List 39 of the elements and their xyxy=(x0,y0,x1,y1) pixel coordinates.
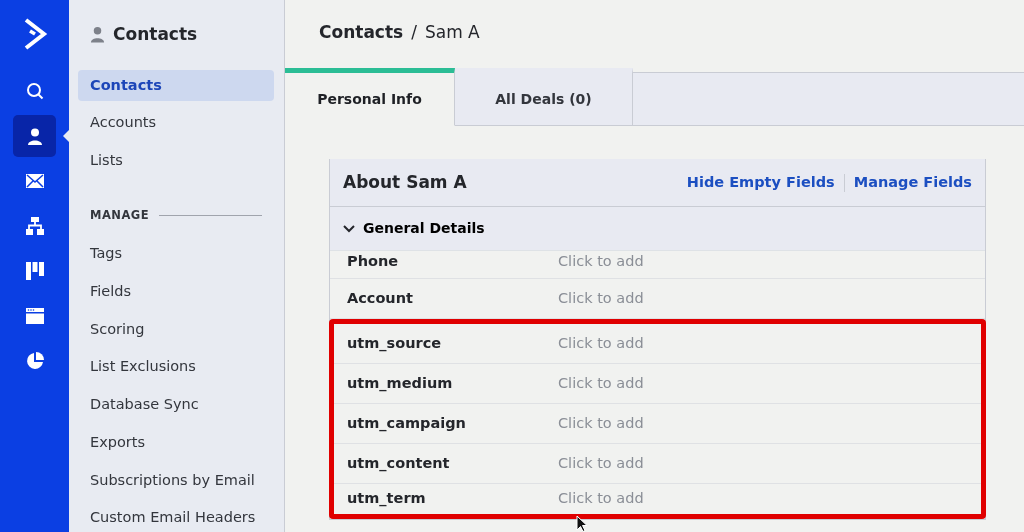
field-label: utm_term xyxy=(347,489,427,509)
section-toggle[interactable]: General Details xyxy=(330,207,985,251)
section-heading: MANAGE xyxy=(90,206,150,224)
sidebar-item[interactable]: Database Sync xyxy=(78,389,274,421)
field-label: utm_source xyxy=(347,333,443,354)
pie-chart-icon xyxy=(25,352,44,370)
field-label: utm_content xyxy=(347,453,451,474)
tab[interactable]: All Deals (0) xyxy=(455,68,633,126)
tab[interactable]: Personal Info xyxy=(285,68,455,126)
sidebar-item[interactable]: List Exclusions xyxy=(78,351,274,383)
sidebar-item[interactable]: Exports xyxy=(78,426,274,459)
browser-icon xyxy=(25,308,44,324)
field-label: utm_campaign xyxy=(347,413,467,434)
header-link[interactable]: Manage Fields xyxy=(853,171,972,194)
breadcrumb-separator: / xyxy=(411,22,417,42)
person-icon xyxy=(26,127,43,145)
chevron-icon xyxy=(343,224,355,233)
flowchart-icon xyxy=(25,217,44,235)
sidebar-item[interactable]: Fields xyxy=(78,275,274,308)
sidebar-item[interactable]: Lists xyxy=(78,145,274,177)
card-title: About Sam A xyxy=(343,172,467,193)
sidebar-item[interactable]: Tags xyxy=(78,238,274,270)
sidebar-item[interactable]: Accounts xyxy=(78,107,274,139)
field-label: Phone xyxy=(347,252,400,271)
sidebar-item[interactable]: Custom Email Headers xyxy=(78,502,274,532)
sidebar-item[interactable]: Subscriptions by Email xyxy=(78,464,274,497)
breadcrumb-current: Sam A xyxy=(424,22,480,42)
field-label: utm_medium xyxy=(347,373,454,394)
sidebar-item[interactable]: Scoring xyxy=(78,313,274,346)
person-icon xyxy=(90,26,105,44)
header-link[interactable]: Hide Empty Fields xyxy=(686,171,835,194)
sidebar-title: Contacts xyxy=(113,23,198,46)
field-label: Account xyxy=(347,288,414,308)
mail-icon xyxy=(25,174,44,188)
search-icon xyxy=(25,82,44,100)
board-icon xyxy=(25,262,44,280)
cursor-icon xyxy=(576,515,588,532)
sidebar-item[interactable]: Contacts xyxy=(78,69,274,102)
breadcrumb-link[interactable]: Contacts xyxy=(319,22,404,42)
